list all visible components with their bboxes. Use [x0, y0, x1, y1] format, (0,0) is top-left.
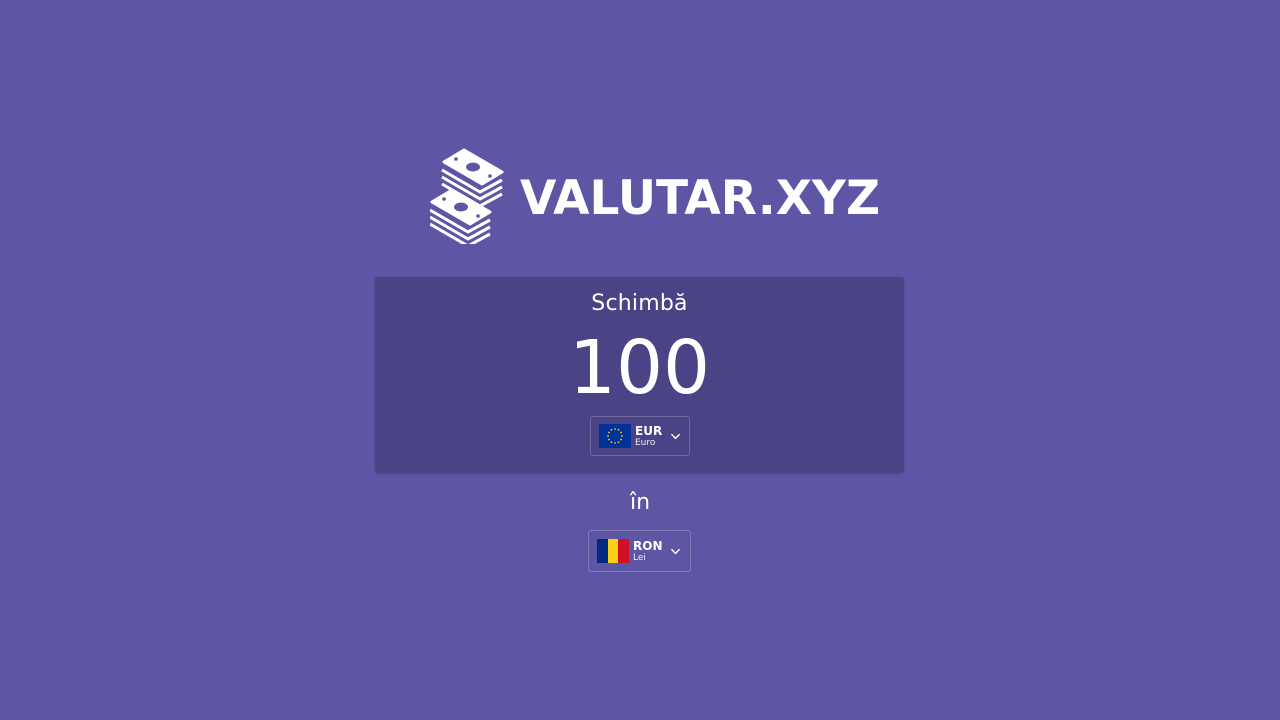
to-currency-select[interactable]: RON Lei: [588, 530, 691, 572]
money-stack-icon: [430, 148, 504, 244]
from-currency-text: EUR Euro: [635, 425, 662, 448]
to-currency-code: RON: [633, 538, 663, 553]
to-currency-text: RON Lei: [633, 540, 662, 563]
amount-input[interactable]: [375, 327, 904, 409]
from-currency-name: Euro: [635, 437, 656, 448]
chevron-down-icon: [671, 548, 681, 554]
from-currency-select[interactable]: EUR Euro: [590, 416, 690, 456]
amount-card: Schimbă 100 EUR Euro: [375, 277, 904, 473]
chevron-down-icon: [671, 433, 681, 439]
romania-flag-icon: [597, 539, 629, 563]
into-label: în: [629, 490, 651, 515]
exchange-label: Schimbă: [591, 291, 688, 316]
to-currency-name: Lei: [633, 552, 646, 563]
eu-flag-icon: [599, 424, 631, 448]
from-currency-code: EUR: [635, 423, 663, 438]
page: VALUTAR.XYZ Schimbă 100 EUR Euro în RON …: [0, 0, 1280, 720]
site-logo[interactable]: VALUTAR.XYZ: [430, 148, 880, 244]
brand-name: VALUTAR.XYZ: [520, 170, 881, 226]
